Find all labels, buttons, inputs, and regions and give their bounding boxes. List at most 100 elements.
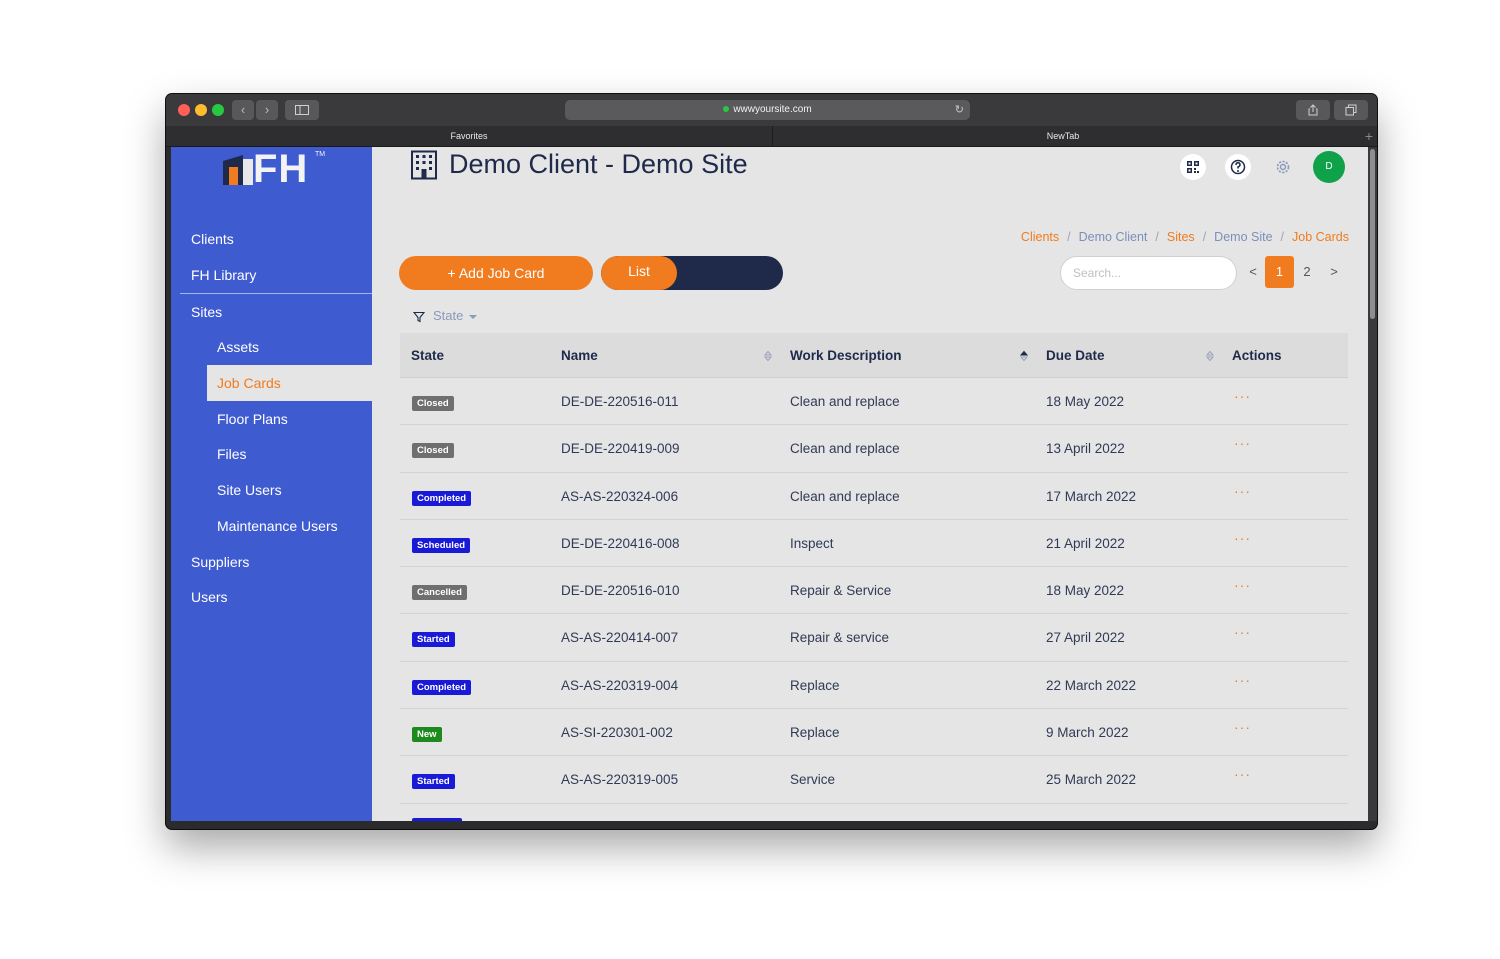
table-row[interactable]: Closed DE-DE-220419-009 Clean and replac…	[400, 425, 1348, 473]
reload-icon[interactable]: ↻	[955, 100, 964, 120]
breadcrumb-demo-client[interactable]: Demo Client	[1079, 230, 1148, 244]
pagination-next[interactable]: >	[1326, 256, 1342, 288]
sidebar-divider	[180, 293, 372, 294]
table-row[interactable]: Closed DE-DE-220516-011 Clean and replac…	[400, 378, 1348, 426]
qr-code-icon[interactable]	[1180, 154, 1206, 180]
job-name[interactable]: DE-DE-220516-010	[561, 567, 680, 614]
sort-icon[interactable]	[1020, 350, 1028, 362]
search-input[interactable]	[1060, 256, 1237, 290]
work-description: Clean and replace	[790, 394, 900, 409]
new-tab-icon[interactable]: +	[1365, 126, 1373, 147]
list-view-option[interactable]: List	[601, 256, 677, 290]
chevron-down-icon	[469, 314, 478, 319]
page-title: Demo Client - Demo Site	[449, 149, 748, 179]
sort-icon[interactable]	[764, 350, 772, 362]
due-date: 17 March 2022	[1046, 488, 1137, 504]
more-actions-icon[interactable]: ···	[1234, 435, 1251, 451]
share-icon[interactable]	[1296, 100, 1330, 120]
due-date: 18 May 2022	[1046, 583, 1125, 599]
state-filter[interactable]: State	[413, 308, 478, 323]
column-due-date[interactable]: Due Date	[1046, 333, 1105, 378]
more-actions-icon[interactable]: ···	[1234, 577, 1251, 593]
work-description: Repair & service	[790, 630, 890, 646]
maximize-window-button[interactable]	[212, 104, 224, 116]
view-toggle[interactable]: List	[601, 256, 783, 290]
sidebar-toggle-icon[interactable]	[285, 100, 319, 120]
pagination-page-2[interactable]: 2	[1299, 256, 1315, 288]
minimize-window-button[interactable]	[195, 104, 207, 116]
sidebar-item-users[interactable]: Users	[191, 589, 228, 605]
help-icon[interactable]	[1225, 154, 1251, 180]
column-name[interactable]: Name	[561, 333, 598, 378]
tab-newtab[interactable]: NewTab	[773, 126, 1353, 147]
table-row[interactable]: Started AS-AS-220414-007 Repair & servic…	[400, 614, 1348, 662]
sidebar-item-sites[interactable]: Sites	[191, 304, 222, 320]
table-row[interactable]: New AS-SI-220301-002 Replace 9 March 202…	[400, 709, 1348, 757]
table-row[interactable]: Scheduled DE-DE-220416-008 Inspect 21 Ap…	[400, 520, 1348, 568]
due-date: 18 May 2022	[1046, 394, 1125, 409]
sidebar-item-assets[interactable]: Assets	[217, 339, 259, 355]
column-work-description[interactable]: Work Description	[790, 333, 902, 378]
breadcrumb-demo-site[interactable]: Demo Site	[1214, 230, 1272, 244]
more-actions-icon[interactable]: ···	[1234, 483, 1251, 499]
breadcrumb-clients[interactable]: Clients	[1021, 230, 1059, 244]
sidebar-item-site-users[interactable]: Site Users	[217, 482, 282, 498]
table-row[interactable]: Completed AS-AS-220319-004 Replace 22 Ma…	[400, 662, 1348, 710]
address-bar[interactable]: wwwyoursite.com ↻	[565, 100, 970, 120]
pagination-page-1[interactable]: 1	[1265, 256, 1294, 288]
close-window-button[interactable]	[178, 104, 190, 116]
table-row[interactable]: Cancelled DE-DE-220516-010 Repair & Serv…	[400, 567, 1348, 615]
job-name[interactable]: AS-AS-220324-006	[561, 473, 678, 520]
pagination-prev[interactable]: <	[1245, 256, 1261, 288]
status-badge: New	[412, 727, 442, 743]
due-date: 27 April 2022	[1046, 630, 1125, 646]
work-description: Clean and replace	[790, 441, 900, 457]
avatar[interactable]: D	[1313, 151, 1345, 183]
sidebar-item-maintenance-users[interactable]: Maintenance Users	[217, 518, 338, 534]
more-actions-icon[interactable]: ···	[1234, 624, 1251, 640]
more-actions-icon[interactable]: ···	[1234, 388, 1251, 404]
logo-trademark: TM	[315, 151, 326, 158]
more-actions-icon[interactable]: ···	[1234, 672, 1251, 688]
back-arrow-icon[interactable]: ‹	[232, 100, 254, 120]
filter-icon	[413, 311, 425, 322]
job-name[interactable]: AS-SI-220301-002	[561, 709, 673, 756]
table-row[interactable]: Completed AS-AS-220324-006 Clean and rep…	[400, 473, 1348, 520]
work-description: Clean and replace	[790, 488, 900, 504]
job-name[interactable]: DE-DE-220516-011	[561, 378, 679, 425]
job-name[interactable]: AS-AS-220414-007	[561, 614, 678, 661]
sidebar-item-job-cards[interactable]: Job Cards	[217, 375, 281, 391]
gear-icon[interactable]	[1270, 154, 1296, 180]
table-row[interactable]: Started AS-AS-220319-005 Service 25 Marc…	[400, 756, 1348, 804]
building-logo-icon	[223, 155, 253, 185]
breadcrumb-sites[interactable]: Sites	[1167, 230, 1195, 244]
add-job-card-button[interactable]: + Add Job Card	[399, 256, 593, 290]
url-text: wwwyoursite.com	[733, 104, 812, 115]
fh-logo: FH TM	[221, 147, 331, 191]
more-actions-icon[interactable]: ···	[1234, 766, 1251, 782]
sidebar-item-suppliers[interactable]: Suppliers	[191, 554, 249, 570]
sidebar-item-clients[interactable]: Clients	[191, 231, 234, 247]
work-description: Service	[790, 772, 836, 788]
tab-favorites[interactable]: Favorites	[166, 126, 772, 147]
status-badge: Started	[412, 632, 455, 648]
job-name[interactable]: AS-AS-220319-004	[561, 662, 678, 709]
scrollbar-thumb[interactable]	[1370, 149, 1375, 319]
status-badge-partial	[412, 818, 462, 821]
work-description: Repair & Service	[790, 583, 892, 599]
work-description: Inspect	[790, 535, 834, 551]
due-date: 25 March 2022	[1046, 772, 1137, 788]
job-name[interactable]: AS-AS-220319-005	[561, 756, 678, 803]
sidebar-item-floor-plans[interactable]: Floor Plans	[217, 411, 288, 427]
work-description: Replace	[790, 677, 840, 693]
sidebar-item-files[interactable]: Files	[217, 446, 247, 462]
job-name[interactable]: DE-DE-220419-009	[561, 425, 680, 472]
sidebar-item-fh-library[interactable]: FH Library	[191, 267, 256, 283]
forward-arrow-icon[interactable]: ›	[256, 100, 278, 120]
more-actions-icon[interactable]: ···	[1234, 719, 1251, 735]
sort-icon[interactable]	[1206, 350, 1214, 362]
job-name[interactable]: DE-DE-220416-008	[561, 520, 680, 567]
tabs-overview-icon[interactable]	[1334, 100, 1368, 120]
more-actions-icon[interactable]: ···	[1234, 530, 1251, 546]
scrollbar[interactable]	[1368, 147, 1377, 821]
